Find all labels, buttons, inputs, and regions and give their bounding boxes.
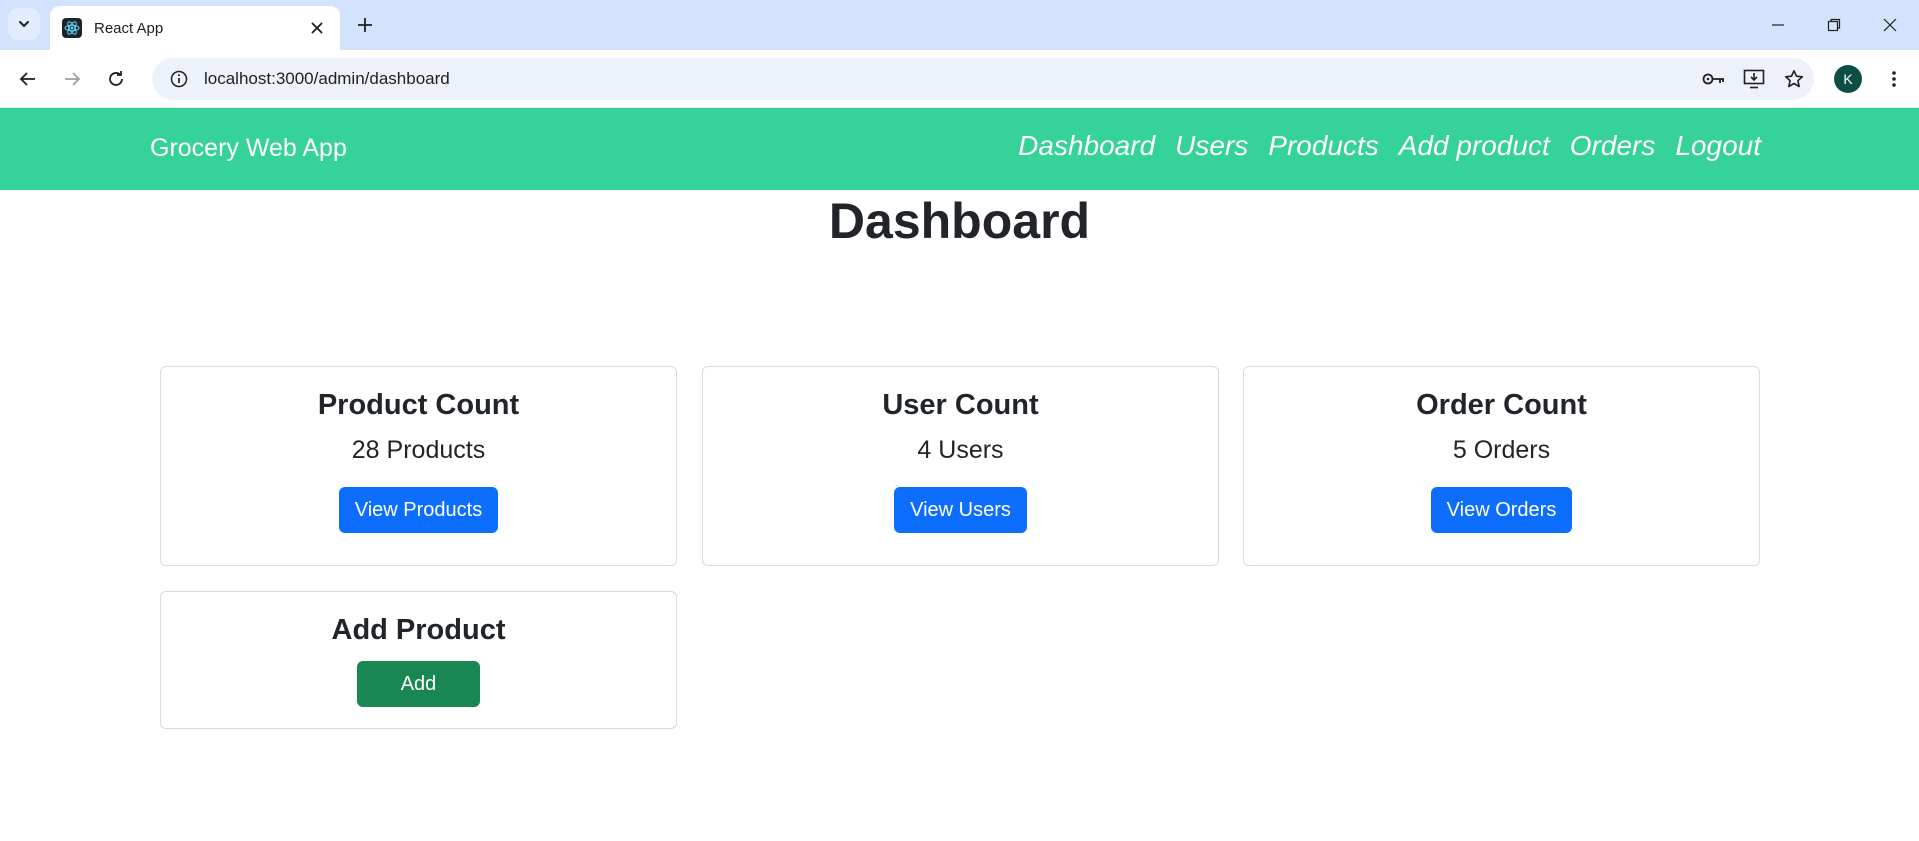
tab-close-button[interactable]	[306, 17, 328, 39]
tab-title: React App	[94, 19, 164, 37]
nav-link-products[interactable]: Products	[1268, 130, 1379, 162]
add-product-title: Add Product	[331, 614, 506, 646]
back-button[interactable]	[10, 61, 46, 97]
order-count-card: Order Count 5 Orders View Orders	[1243, 366, 1760, 566]
kebab-menu-icon	[1892, 71, 1896, 87]
restore-icon	[1827, 18, 1841, 32]
nav-link-add-product[interactable]: Add product	[1399, 130, 1550, 162]
browser-tabstrip: React App	[0, 0, 1919, 50]
view-products-button[interactable]: View Products	[338, 487, 499, 533]
order-count-title: Order Count	[1416, 389, 1587, 421]
nav-link-logout[interactable]: Logout	[1675, 130, 1761, 162]
react-favicon-icon	[62, 18, 82, 38]
bookmark-star-icon[interactable]	[1774, 59, 1814, 99]
profile-avatar[interactable]: K	[1834, 65, 1862, 93]
user-count-value: 4 Users	[917, 436, 1004, 464]
minimize-button[interactable]	[1750, 0, 1806, 50]
nav-link-users[interactable]: Users	[1175, 130, 1248, 162]
app-navbar: Grocery Web App Dashboard Users Products…	[0, 108, 1919, 190]
plus-icon	[358, 18, 372, 32]
nav-links: Dashboard Users Products Add product Ord…	[1018, 130, 1761, 162]
user-count-title: User Count	[882, 389, 1039, 421]
forward-icon	[65, 72, 81, 86]
reload-icon	[109, 71, 123, 86]
product-count-value: 28 Products	[351, 436, 486, 464]
address-bar[interactable]: localhost:3000/admin/dashboard	[152, 58, 1814, 100]
chevron-down-icon	[19, 21, 29, 28]
url-text[interactable]: localhost:3000/admin/dashboard	[204, 69, 1694, 89]
reload-button[interactable]	[98, 61, 134, 97]
forward-button[interactable]	[54, 61, 90, 97]
password-key-icon[interactable]	[1694, 59, 1734, 99]
product-count-card: Product Count 28 Products View Products	[160, 366, 677, 566]
minimize-icon	[1772, 24, 1784, 26]
site-info-icon[interactable]	[168, 68, 190, 90]
close-icon	[311, 22, 323, 34]
order-count-value: 5 Orders	[1452, 436, 1551, 464]
window-close-icon	[1883, 18, 1897, 32]
back-icon	[19, 72, 35, 86]
brand-name[interactable]: Grocery Web App	[150, 134, 347, 163]
add-product-button[interactable]: Add	[356, 661, 481, 707]
browser-toolbar: localhost:3000/admin/dashboard K	[0, 50, 1919, 108]
tab-search-button[interactable]	[8, 8, 40, 40]
user-count-card: User Count 4 Users View Users	[702, 366, 1219, 566]
nav-link-dashboard[interactable]: Dashboard	[1018, 130, 1155, 162]
nav-link-orders[interactable]: Orders	[1570, 130, 1656, 162]
new-tab-button[interactable]	[350, 10, 380, 40]
page-title: Dashboard	[828, 193, 1091, 249]
restore-button[interactable]	[1806, 0, 1862, 50]
browser-menu-button[interactable]	[1876, 61, 1912, 97]
view-orders-button[interactable]: View Orders	[1430, 487, 1573, 533]
browser-tab-active[interactable]: React App	[50, 6, 340, 50]
install-app-icon[interactable]	[1734, 59, 1774, 99]
view-users-button[interactable]: View Users	[894, 487, 1027, 533]
add-product-card: Add Product Add	[160, 591, 677, 729]
window-close-button[interactable]	[1862, 0, 1918, 50]
product-count-title: Product Count	[317, 389, 520, 421]
